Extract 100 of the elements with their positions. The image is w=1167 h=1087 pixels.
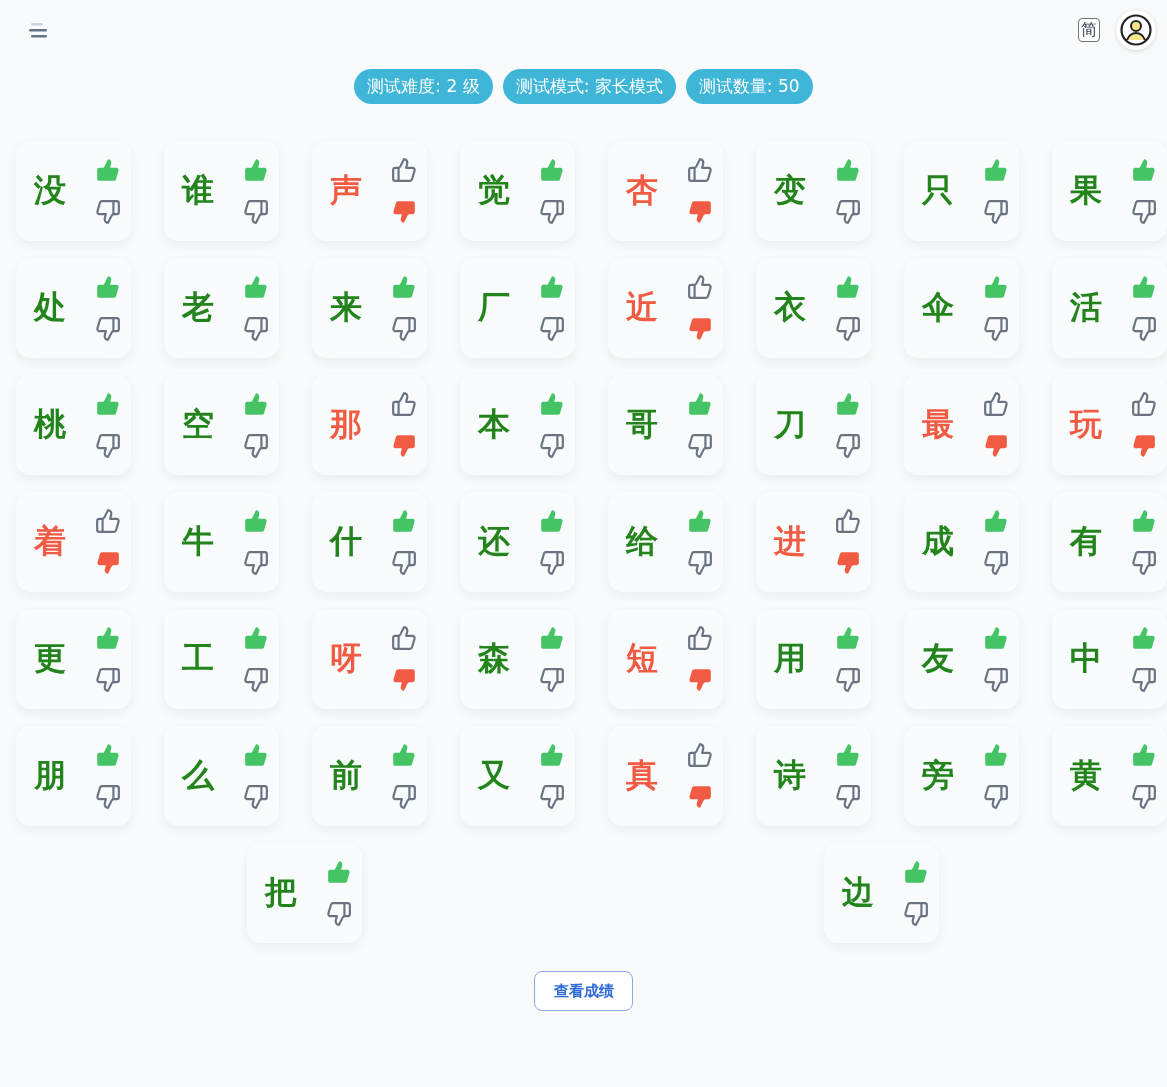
thumbs-down-icon[interactable] (983, 433, 1009, 459)
thumbs-up-icon[interactable] (95, 625, 121, 651)
thumbs-down-icon[interactable] (835, 667, 861, 693)
thumbs-down-icon[interactable] (95, 199, 121, 225)
thumbs-up-icon[interactable] (539, 508, 565, 534)
thumbs-up-icon[interactable] (243, 625, 269, 651)
thumbs-down-icon[interactable] (391, 316, 417, 342)
thumbs-up-icon[interactable] (95, 157, 121, 183)
thumbs-down-icon[interactable] (539, 199, 565, 225)
thumbs-up-icon[interactable] (95, 274, 121, 300)
thumbs-up-icon[interactable] (687, 274, 713, 300)
thumbs-up-icon[interactable] (391, 625, 417, 651)
thumbs-down-icon[interactable] (1131, 550, 1157, 576)
thumbs-up-icon[interactable] (835, 391, 861, 417)
thumbs-down-icon[interactable] (539, 784, 565, 810)
thumbs-up-icon[interactable] (983, 391, 1009, 417)
thumbs-up-icon[interactable] (243, 742, 269, 768)
thumbs-down-icon[interactable] (1131, 199, 1157, 225)
thumbs-up-icon[interactable] (835, 274, 861, 300)
thumbs-up-icon[interactable] (243, 274, 269, 300)
thumbs-down-icon[interactable] (835, 550, 861, 576)
thumbs-down-icon[interactable] (1131, 667, 1157, 693)
thumbs-down-icon[interactable] (391, 667, 417, 693)
thumbs-down-icon[interactable] (243, 199, 269, 225)
thumbs-up-icon[interactable] (835, 157, 861, 183)
thumbs-up-icon[interactable] (539, 157, 565, 183)
menu-icon[interactable] (28, 21, 50, 39)
thumbs-up-icon[interactable] (983, 274, 1009, 300)
thumbs-up-icon[interactable] (983, 742, 1009, 768)
thumbs-up-icon[interactable] (1131, 508, 1157, 534)
thumbs-down-icon[interactable] (983, 199, 1009, 225)
thumbs-down-icon[interactable] (539, 316, 565, 342)
thumbs-up-icon[interactable] (687, 508, 713, 534)
thumbs-up-icon[interactable] (539, 391, 565, 417)
thumbs-down-icon[interactable] (243, 550, 269, 576)
thumbs-up-icon[interactable] (903, 859, 929, 885)
thumbs-down-icon[interactable] (835, 433, 861, 459)
thumbs-down-icon[interactable] (391, 199, 417, 225)
thumbs-down-icon[interactable] (687, 784, 713, 810)
thumbs-up-icon[interactable] (243, 157, 269, 183)
thumbs-down-icon[interactable] (243, 433, 269, 459)
thumbs-up-icon[interactable] (687, 157, 713, 183)
thumbs-down-icon[interactable] (835, 316, 861, 342)
thumbs-down-icon[interactable] (243, 667, 269, 693)
thumbs-down-icon[interactable] (95, 550, 121, 576)
thumbs-down-icon[interactable] (687, 433, 713, 459)
thumbs-up-icon[interactable] (687, 742, 713, 768)
view-results-button[interactable]: 查看成绩 (534, 971, 633, 1011)
thumbs-up-icon[interactable] (835, 742, 861, 768)
thumbs-up-icon[interactable] (243, 508, 269, 534)
thumbs-up-icon[interactable] (835, 508, 861, 534)
thumbs-down-icon[interactable] (1131, 433, 1157, 459)
language-toggle[interactable]: 简 (1078, 18, 1100, 42)
thumbs-up-icon[interactable] (1131, 625, 1157, 651)
thumbs-up-icon[interactable] (391, 391, 417, 417)
thumbs-down-icon[interactable] (983, 550, 1009, 576)
thumbs-down-icon[interactable] (243, 316, 269, 342)
thumbs-up-icon[interactable] (983, 508, 1009, 534)
thumbs-up-icon[interactable] (983, 625, 1009, 651)
thumbs-down-icon[interactable] (95, 433, 121, 459)
thumbs-down-icon[interactable] (391, 433, 417, 459)
thumbs-up-icon[interactable] (1131, 274, 1157, 300)
thumbs-up-icon[interactable] (983, 157, 1009, 183)
thumbs-down-icon[interactable] (835, 784, 861, 810)
thumbs-down-icon[interactable] (687, 667, 713, 693)
thumbs-down-icon[interactable] (391, 784, 417, 810)
thumbs-down-icon[interactable] (95, 667, 121, 693)
thumbs-down-icon[interactable] (983, 784, 1009, 810)
thumbs-down-icon[interactable] (1131, 316, 1157, 342)
thumbs-up-icon[interactable] (539, 742, 565, 768)
thumbs-down-icon[interactable] (95, 784, 121, 810)
user-avatar-icon[interactable] (1116, 10, 1156, 50)
thumbs-down-icon[interactable] (687, 550, 713, 576)
thumbs-up-icon[interactable] (539, 274, 565, 300)
thumbs-up-icon[interactable] (1131, 391, 1157, 417)
thumbs-down-icon[interactable] (903, 901, 929, 927)
thumbs-up-icon[interactable] (539, 625, 565, 651)
thumbs-up-icon[interactable] (391, 274, 417, 300)
thumbs-up-icon[interactable] (1131, 742, 1157, 768)
thumbs-up-icon[interactable] (243, 391, 269, 417)
thumbs-down-icon[interactable] (539, 433, 565, 459)
thumbs-down-icon[interactable] (687, 316, 713, 342)
thumbs-down-icon[interactable] (326, 901, 352, 927)
thumbs-up-icon[interactable] (687, 625, 713, 651)
thumbs-down-icon[interactable] (539, 667, 565, 693)
thumbs-down-icon[interactable] (983, 316, 1009, 342)
thumbs-up-icon[interactable] (687, 391, 713, 417)
thumbs-up-icon[interactable] (95, 508, 121, 534)
thumbs-up-icon[interactable] (391, 742, 417, 768)
thumbs-up-icon[interactable] (95, 391, 121, 417)
thumbs-down-icon[interactable] (983, 667, 1009, 693)
thumbs-up-icon[interactable] (326, 859, 352, 885)
thumbs-down-icon[interactable] (1131, 784, 1157, 810)
thumbs-up-icon[interactable] (391, 508, 417, 534)
thumbs-down-icon[interactable] (835, 199, 861, 225)
thumbs-up-icon[interactable] (391, 157, 417, 183)
thumbs-down-icon[interactable] (95, 316, 121, 342)
thumbs-down-icon[interactable] (243, 784, 269, 810)
thumbs-up-icon[interactable] (835, 625, 861, 651)
thumbs-up-icon[interactable] (95, 742, 121, 768)
